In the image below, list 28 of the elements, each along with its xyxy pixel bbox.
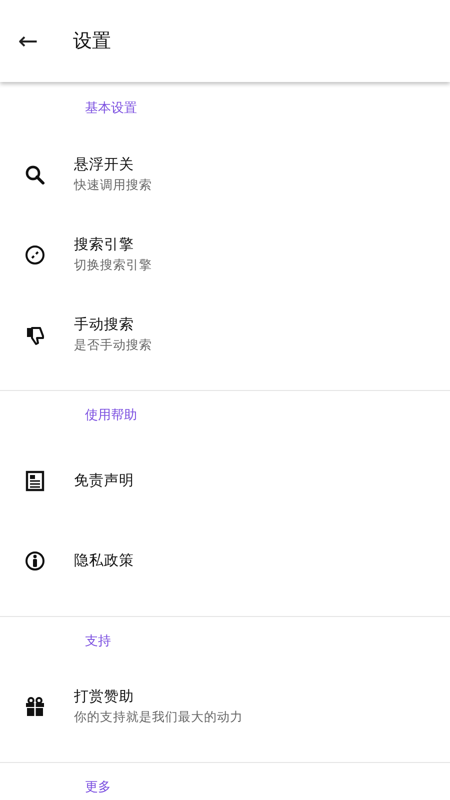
document-icon: [24, 470, 46, 492]
item-title: 隐私政策: [74, 552, 134, 571]
item-subtitle: 是否手动搜索: [74, 336, 152, 354]
settings-item[interactable]: 隐私政策: [0, 521, 450, 601]
compass-icon: [24, 244, 46, 266]
settings-item[interactable]: 手动搜索 是否手动搜索: [0, 295, 450, 375]
back-button[interactable]: ←: [8, 29, 48, 53]
section-header: 基本设置: [84, 100, 138, 118]
item-subtitle: 你的支持就是我们最大的动力: [74, 708, 243, 726]
item-title: 免责声明: [74, 472, 134, 491]
info-person-icon: [24, 550, 46, 572]
item-title: 悬浮开关: [74, 156, 135, 176]
settings-item[interactable]: 搜索引擎 切换搜索引擎: [0, 215, 450, 295]
section-header: 使用帮助: [84, 407, 138, 426]
gift-icon: [24, 696, 46, 718]
item-title: 搜索引擎: [74, 236, 135, 256]
settings-item[interactable]: 打赏赞助 你的支持就是我们最大的动力: [0, 667, 450, 747]
search-icon: [24, 164, 46, 186]
item-subtitle: 切换搜索引擎: [74, 256, 152, 274]
thumbs-down-icon: [24, 324, 46, 346]
item-title: 打赏赞助: [74, 688, 135, 708]
section-header: 更多: [84, 779, 112, 798]
item-subtitle: 快速调用搜索: [74, 176, 152, 194]
section-header: 支持: [84, 633, 112, 652]
settings-item[interactable]: 悬浮开关 快速调用搜索: [0, 135, 450, 215]
item-title: 手动搜索: [74, 316, 135, 336]
screen-title: 设置: [73, 28, 111, 54]
settings-item[interactable]: 免责声明: [0, 441, 450, 521]
